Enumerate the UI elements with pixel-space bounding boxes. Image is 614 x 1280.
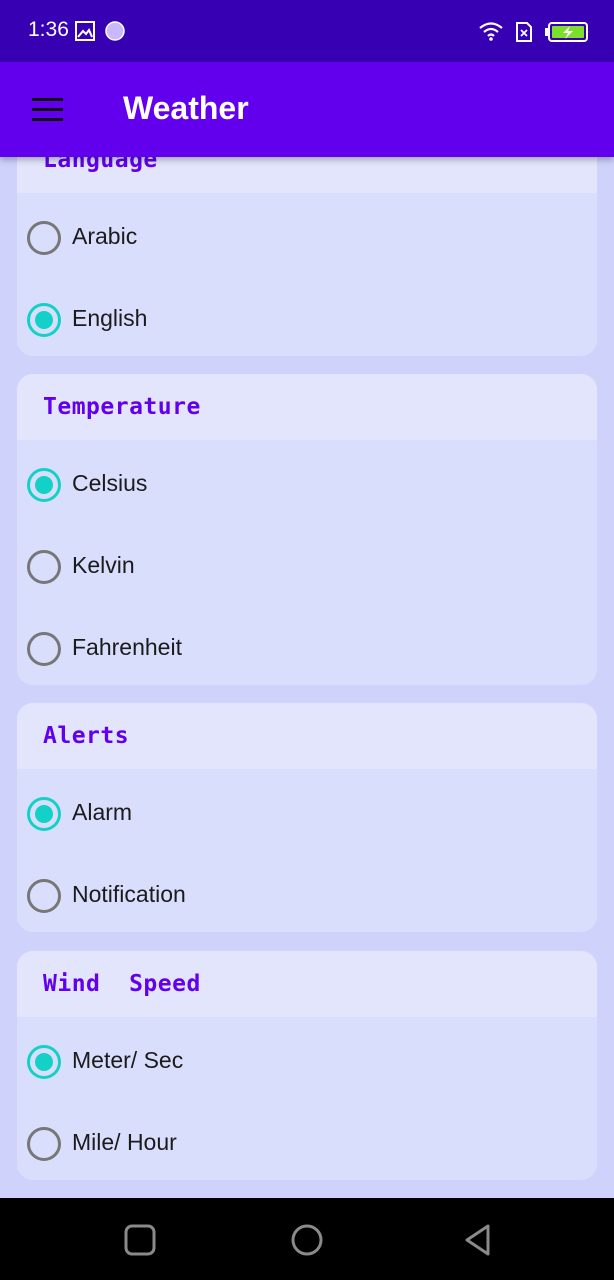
option-alarm[interactable]: Alarm — [17, 779, 597, 849]
section-title-language: Language — [43, 157, 158, 173]
radio-arabic[interactable] — [27, 221, 61, 255]
navigation-bar — [0, 1198, 614, 1280]
settings-content[interactable]: Language Arabic English Temperature Cels… — [0, 157, 614, 1198]
status-bar: 1:36 — [0, 0, 614, 62]
option-fahrenheit[interactable]: Fahrenheit — [17, 614, 597, 684]
option-arabic[interactable]: Arabic — [17, 203, 597, 273]
section-title-wind-speed: Wind Speed — [43, 971, 201, 997]
option-label: Notification — [72, 881, 186, 907]
app-bar: Weather — [0, 62, 614, 157]
radio-kelvin[interactable] — [27, 550, 61, 584]
section-temperature: Temperature Celsius Kelvin Fahrenheit — [17, 374, 597, 685]
recents-square-icon — [124, 1224, 156, 1256]
circle-notification-icon — [105, 21, 125, 41]
section-header: Alerts — [17, 703, 597, 769]
section-language: Language Arabic English — [17, 157, 597, 356]
back-triangle-icon — [465, 1224, 490, 1256]
option-label: Arabic — [72, 223, 138, 249]
section-header: Temperature — [17, 374, 597, 440]
radio-english[interactable] — [27, 303, 61, 337]
option-mile-hour[interactable]: Mile/ Hour — [17, 1109, 597, 1179]
app-title: Weather — [123, 90, 249, 126]
wifi-icon — [479, 22, 503, 41]
recents-button[interactable] — [120, 1220, 160, 1260]
back-button[interactable] — [458, 1220, 498, 1260]
section-wind-speed: Wind Speed Meter/ Sec Mile/ Hour — [17, 951, 597, 1180]
home-circle-icon — [291, 1224, 323, 1256]
option-notification[interactable]: Notification — [17, 861, 597, 931]
image-icon — [75, 21, 95, 41]
option-meter-sec[interactable]: Meter/ Sec — [17, 1027, 597, 1097]
option-kelvin[interactable]: Kelvin — [17, 532, 597, 602]
menu-button[interactable] — [22, 88, 74, 132]
radio-alarm[interactable] — [27, 797, 61, 831]
home-button[interactable] — [287, 1220, 327, 1260]
radio-mile-hour[interactable] — [27, 1127, 61, 1161]
radio-notification[interactable] — [27, 879, 61, 913]
sim-icon — [516, 22, 532, 42]
option-label: Fahrenheit — [72, 634, 182, 660]
section-title-alerts: Alerts — [43, 723, 130, 749]
radio-meter-sec[interactable] — [27, 1045, 61, 1079]
section-title-temperature: Temperature — [43, 394, 201, 420]
option-label: Mile/ Hour — [72, 1129, 177, 1155]
option-label: Alarm — [72, 799, 133, 825]
radio-fahrenheit[interactable] — [27, 632, 61, 666]
hamburger-menu-icon — [32, 98, 63, 121]
option-label: Celsius — [72, 470, 148, 496]
option-label: Meter/ Sec — [72, 1047, 184, 1073]
option-english[interactable]: English — [17, 285, 597, 355]
option-label: Kelvin — [72, 552, 135, 578]
status-time: 1:36 — [28, 18, 69, 41]
section-header: Language — [17, 157, 597, 193]
section-alerts: Alerts Alarm Notification — [17, 703, 597, 932]
battery-charging-icon — [545, 22, 588, 42]
section-header: Wind Speed — [17, 951, 597, 1017]
option-label: English — [72, 305, 148, 331]
radio-celsius[interactable] — [27, 468, 61, 502]
option-celsius[interactable]: Celsius — [17, 450, 597, 520]
